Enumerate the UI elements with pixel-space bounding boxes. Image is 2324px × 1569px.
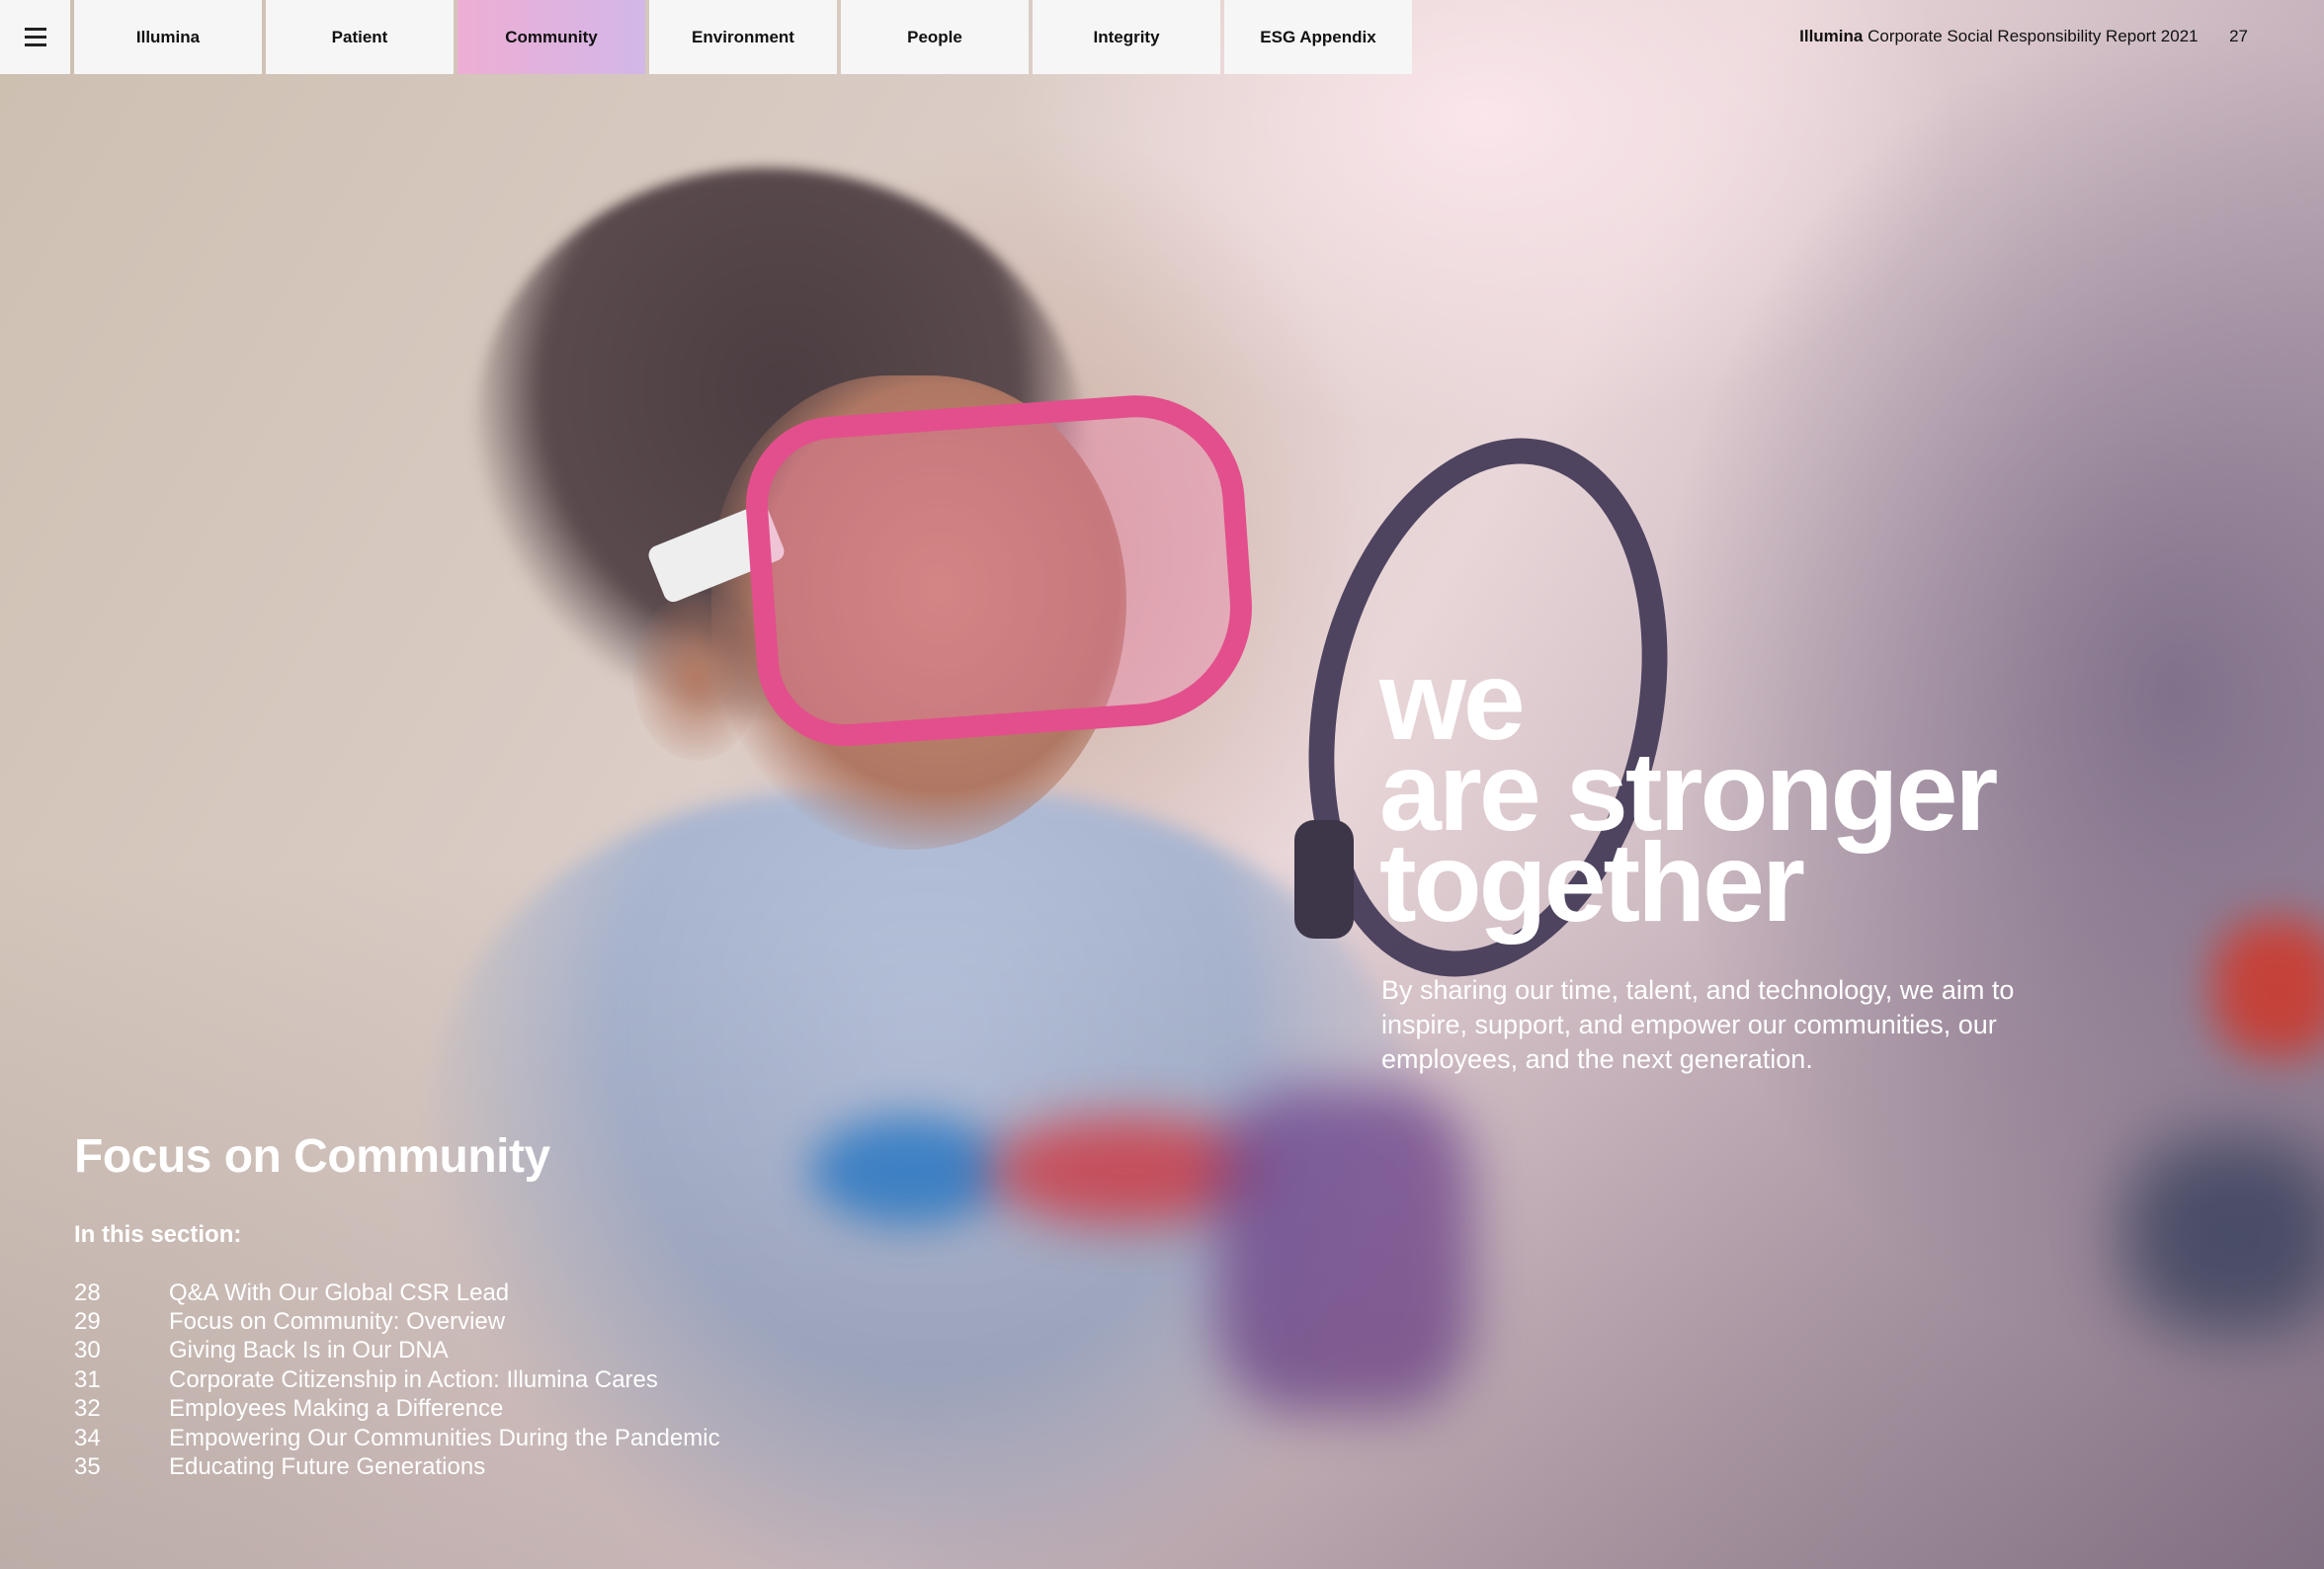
contents-label: Focus on Community: Overview (169, 1308, 506, 1336)
photo-blur-right-dark (2124, 1136, 2324, 1334)
photo-magnifier-handle (1294, 820, 1354, 939)
contents-page-number: 31 (74, 1365, 101, 1393)
report-brand: Illumina (1799, 27, 1864, 45)
section-contents-list: 28 Q&A With Our Global CSR Lead 29 Focus… (74, 1279, 720, 1482)
photo-goggle-strap (645, 501, 788, 606)
contents-item[interactable]: 30 Giving Back Is in Our DNA (74, 1337, 720, 1365)
section-nav: Illumina Patient Community Environment P… (0, 0, 1412, 74)
contents-item[interactable]: 34 Empowering Our Communities During the… (74, 1424, 720, 1452)
contents-item[interactable]: 35 Educating Future Generations (74, 1452, 720, 1481)
tab-esg-appendix[interactable]: ESG Appendix (1224, 0, 1412, 74)
contents-item[interactable]: 31 Corporate Citizenship in Action: Illu… (74, 1365, 720, 1394)
photo-child-face (711, 375, 1126, 850)
contents-page-number: 34 (74, 1424, 101, 1451)
hamburger-icon (24, 28, 46, 46)
contents-item[interactable]: 29 Focus on Community: Overview (74, 1307, 720, 1336)
photo-safety-goggles (739, 387, 1261, 753)
page-number: 27 (2229, 27, 2248, 45)
photo-blur-blue (810, 1116, 1008, 1225)
contents-label: Corporate Citizenship in Action: Illumin… (169, 1365, 658, 1393)
hero-headline: we are stronger together (1379, 645, 1998, 939)
contents-page-number: 29 (74, 1308, 101, 1336)
contents-item[interactable]: 28 Q&A With Our Global CSR Lead (74, 1279, 720, 1307)
contents-page-number: 28 (74, 1279, 101, 1306)
section-title: Focus on Community (74, 1130, 550, 1183)
contents-page-number: 35 (74, 1453, 101, 1481)
contents-page-number: 32 (74, 1395, 101, 1423)
menu-button[interactable] (0, 0, 70, 74)
contents-label: Employees Making a Difference (169, 1395, 504, 1423)
photo-blur-purple (1215, 1087, 1472, 1413)
contents-label: Giving Back Is in Our DNA (169, 1337, 449, 1364)
section-subtitle: In this section: (74, 1221, 242, 1248)
tab-community[interactable]: Community (457, 0, 645, 74)
tab-people[interactable]: People (841, 0, 1029, 74)
report-title: Illumina Corporate Social Responsibility… (1799, 27, 2248, 46)
contents-label: Q&A With Our Global CSR Lead (169, 1279, 510, 1306)
photo-blur-right-red (2213, 919, 2324, 1057)
tab-patient[interactable]: Patient (266, 0, 454, 74)
tab-illumina[interactable]: Illumina (74, 0, 262, 74)
contents-label: Empowering Our Communities During the Pa… (169, 1424, 720, 1451)
photo-child-hair (474, 168, 1087, 721)
tab-integrity[interactable]: Integrity (1033, 0, 1220, 74)
contents-label: Educating Future Generations (169, 1453, 486, 1481)
contents-page-number: 30 (74, 1337, 101, 1364)
photo-child-ear (632, 593, 761, 761)
hero-lede: By sharing our time, talent, and technol… (1381, 975, 2015, 1074)
report-page: Illumina Patient Community Environment P… (0, 0, 2324, 1569)
photo-blur-red (988, 1116, 1265, 1225)
report-title-text: Corporate Social Responsibility Report 2… (1868, 27, 2199, 45)
contents-item[interactable]: 32 Employees Making a Difference (74, 1395, 720, 1424)
tab-environment[interactable]: Environment (649, 0, 837, 74)
